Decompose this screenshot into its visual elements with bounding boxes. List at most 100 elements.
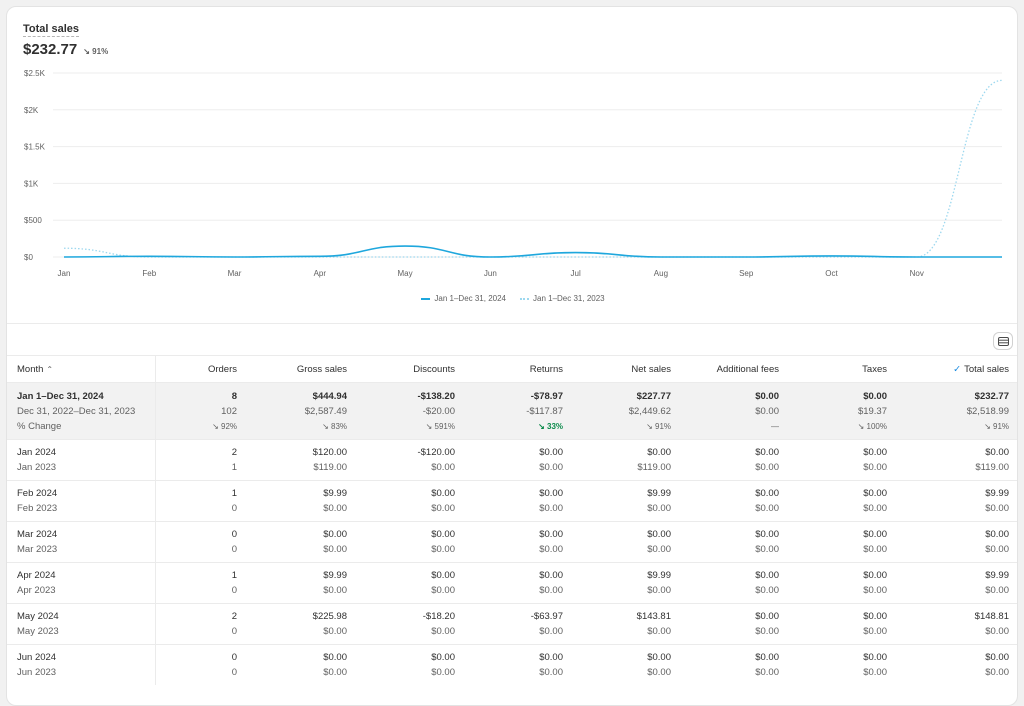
cell-previous-value: $0.00 bbox=[431, 626, 455, 637]
column-header-orders[interactable]: Orders bbox=[155, 355, 247, 383]
summary-previous-value: $0.00 bbox=[755, 406, 779, 417]
legend-item-2023[interactable]: Jan 1–Dec 31, 2023 bbox=[520, 294, 605, 303]
cell-discounts: -$120.00 $0.00 bbox=[357, 439, 465, 481]
table-row[interactable]: Jun 2024 Jun 2023 0 0 $0.00 $0.00 $0.00 $0.00 $0… bbox=[7, 644, 1017, 685]
cell-previous-value: $0.00 bbox=[323, 503, 347, 514]
table-toolbar bbox=[7, 323, 1017, 355]
cell-orders: 10 bbox=[155, 480, 247, 522]
cell-net-sales: $0.00 $0.00 bbox=[573, 521, 681, 563]
cell-returns: $0.00 $0.00 bbox=[465, 644, 573, 685]
cell-taxes: $0.00 $0.00 bbox=[789, 562, 897, 604]
cell-previous-value: $0.00 bbox=[539, 626, 563, 637]
column-header-net-sales[interactable]: Net sales bbox=[573, 355, 681, 383]
table-row[interactable]: Mar 2024 Mar 2023 0 0 $0.00 $0.00 $0.00 $0.00 $0… bbox=[7, 521, 1017, 563]
legend-swatch-dotted bbox=[520, 297, 529, 300]
cell-previous-value: $119.00 bbox=[313, 462, 347, 473]
column-header-returns[interactable]: Returns bbox=[465, 355, 573, 383]
cell-current-value: $0.00 bbox=[539, 488, 563, 499]
cell-current-value: $0.00 bbox=[431, 529, 455, 540]
month-previous-label: May 2023 bbox=[17, 626, 59, 637]
cell-taxes: $0.00 $0.00 bbox=[789, 521, 897, 563]
cell-returns: -$63.97 $0.00 bbox=[465, 603, 573, 645]
month-previous-label: Mar 2023 bbox=[17, 544, 58, 555]
cell-previous-value: $0.00 bbox=[431, 503, 455, 514]
month-cell: May 2024 May 2023 bbox=[7, 603, 156, 645]
column-header-discounts[interactable]: Discounts bbox=[357, 355, 465, 383]
cell-gross-sales: $9.99 $0.00 bbox=[247, 562, 357, 604]
cell-previous-value: $0.00 bbox=[431, 544, 455, 555]
table-row[interactable]: May 2024 May 2023 2 0 $225.98 $0.00 -$18.20 $0.… bbox=[7, 603, 1017, 645]
cell-current-value: $0.00 bbox=[863, 529, 887, 540]
cell-returns: $0.00 $0.00 bbox=[465, 439, 573, 481]
summary-current-value: -$138.20 bbox=[417, 391, 455, 402]
cell-previous-value: $0.00 bbox=[755, 503, 779, 514]
summary-current-value: $444.94 bbox=[312, 391, 347, 402]
column-header-total-sales[interactable]: ✓ Total sales bbox=[897, 355, 1017, 383]
sort-icon[interactable]: ⌃ bbox=[46, 365, 53, 374]
column-header-month[interactable]: Month ⌃ bbox=[7, 355, 156, 383]
cell-previous-value: $0.00 bbox=[323, 585, 347, 596]
cell-total-sales: $148.81 $0.00 bbox=[897, 603, 1017, 645]
cell-current-value: $0.00 bbox=[539, 529, 563, 540]
cell-previous-value: $0.00 bbox=[647, 626, 671, 637]
cell-net-sales: $0.00 $0.00 bbox=[573, 644, 681, 685]
cell-total-sales: $0.00 $0.00 bbox=[897, 521, 1017, 563]
legend-item-2024[interactable]: Jan 1–Dec 31, 2024 bbox=[421, 294, 506, 303]
trend-down-icon: ↘ bbox=[83, 47, 90, 56]
x-tick-label: Feb bbox=[142, 269, 156, 278]
table-view-button[interactable] bbox=[993, 332, 1013, 350]
cell-current-value: $0.00 bbox=[755, 488, 779, 499]
cell-current-value: 1 bbox=[231, 488, 237, 499]
x-tick-label: Sep bbox=[739, 269, 754, 278]
table-row[interactable]: Feb 2024 Feb 2023 1 0 $9.99 $0.00 $0.00 $0.00 $0… bbox=[7, 480, 1017, 522]
cell-current-value: $0.00 bbox=[863, 570, 887, 581]
cell-current-value: $9.99 bbox=[323, 570, 347, 581]
month-cell: Feb 2024 Feb 2023 bbox=[7, 480, 156, 522]
cell-previous-value: $119.00 bbox=[975, 462, 1009, 473]
chart-title[interactable]: Total sales bbox=[23, 23, 80, 37]
table-row[interactable]: Jan 2024 Jan 2023 2 1 $120.00 $119.00 -$120.00… bbox=[7, 439, 1017, 481]
sales-table: Month ⌃ Orders Gross sales Discounts Retu… bbox=[7, 355, 1017, 685]
month-previous-label: Apr 2023 bbox=[17, 585, 56, 596]
series-line-0[interactable] bbox=[63, 245, 1002, 258]
cell-previous-value: $0.00 bbox=[539, 585, 563, 596]
cell-orders: 20 bbox=[155, 603, 247, 645]
summary-change-value: — bbox=[771, 422, 779, 431]
summary-period-cell: Jan 1–Dec 31, 2024 Dec 31, 2022–Dec 31, … bbox=[7, 382, 156, 440]
cell-net-sales: $9.99 $0.00 bbox=[573, 562, 681, 604]
summary-previous-value: $2,449.62 bbox=[628, 406, 671, 417]
column-header-taxes[interactable]: Taxes bbox=[789, 355, 897, 383]
cell-discounts: $0.00 $0.00 bbox=[357, 480, 465, 522]
cell-current-value: -$120.00 bbox=[417, 447, 455, 458]
sales-line-chart[interactable]: $0 $500 $1K $1.5K $2K $2.5K Jan Feb Mar Apr May Jun… bbox=[7, 65, 1018, 287]
column-header-gross-sales[interactable]: Gross sales bbox=[247, 355, 357, 383]
month-previous-label: Jun 2023 bbox=[17, 667, 57, 678]
cell-current-value: 0 bbox=[231, 652, 237, 663]
summary-change-value: ↘ 83% bbox=[322, 422, 347, 431]
month-previous-label: Jan 2023 bbox=[17, 462, 57, 473]
series-line-1[interactable] bbox=[63, 79, 1003, 258]
month-cell: Jun 2024 Jun 2023 bbox=[7, 644, 156, 685]
cell-previous-value: $0.00 bbox=[323, 544, 347, 555]
month-current-label: Mar 2024 bbox=[17, 529, 58, 540]
cell-current-value: $0.00 bbox=[755, 570, 779, 581]
cell-current-value: $0.00 bbox=[539, 570, 563, 581]
column-header-additional-fees[interactable]: Additional fees bbox=[681, 355, 789, 383]
cell-current-value: $120.00 bbox=[312, 447, 347, 458]
cell-previous-value: $0.00 bbox=[539, 462, 563, 473]
cell-net-sales: $0.00 $119.00 bbox=[573, 439, 681, 481]
cell-current-value: $9.99 bbox=[647, 488, 671, 499]
cell-current-value: -$18.20 bbox=[422, 611, 455, 622]
cell-previous-value: $0.00 bbox=[539, 667, 563, 678]
cell-previous-value: $0.00 bbox=[985, 667, 1009, 678]
cell-current-value: $0.00 bbox=[863, 488, 887, 499]
summary-cell-gross-sales: $444.94 $2,587.49 ↘ 83% bbox=[247, 382, 357, 440]
cell-previous-value: $0.00 bbox=[539, 503, 563, 514]
cell-returns: $0.00 $0.00 bbox=[465, 480, 573, 522]
cell-current-value: $0.00 bbox=[323, 652, 347, 663]
table-row[interactable]: Apr 2024 Apr 2023 1 0 $9.99 $0.00 $0.00 $0.00 $0… bbox=[7, 562, 1017, 604]
month-cell: Apr 2024 Apr 2023 bbox=[7, 562, 156, 604]
cell-returns: $0.00 $0.00 bbox=[465, 562, 573, 604]
cell-orders: 10 bbox=[155, 562, 247, 604]
column-label-month: Month bbox=[17, 363, 44, 375]
